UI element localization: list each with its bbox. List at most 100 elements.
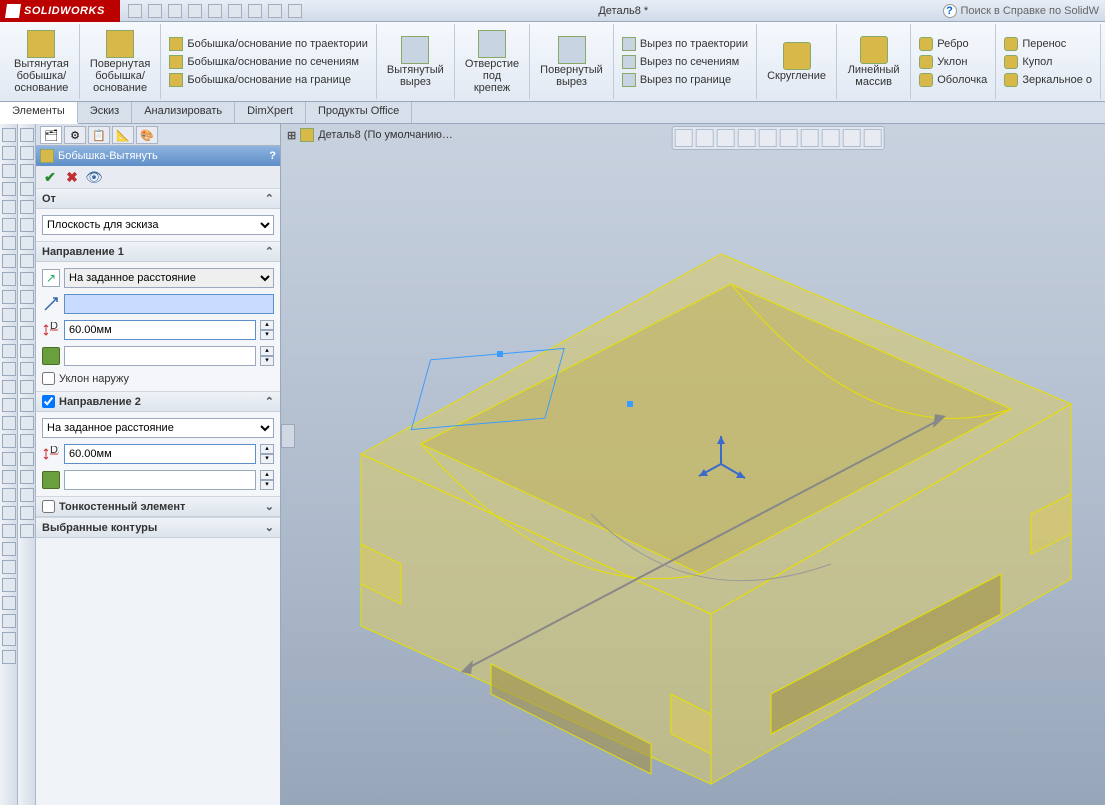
tab-evaluate[interactable]: Анализировать: [132, 102, 235, 123]
lofted-boss-button[interactable]: Бобышка/основание по сечениям: [167, 54, 370, 70]
shell-button[interactable]: Оболочка: [917, 72, 989, 88]
section-view-button[interactable]: [738, 129, 756, 147]
help-button[interactable]: [288, 4, 302, 18]
fillet-button[interactable]: Скругление: [763, 40, 830, 84]
hide-show-button[interactable]: [801, 129, 819, 147]
preview-button[interactable]: 👁: [86, 169, 102, 185]
from-select[interactable]: Плоскость для эскиза: [42, 215, 274, 235]
draft1-input[interactable]: [64, 346, 256, 366]
direction2-header[interactable]: Направление 2⌃: [36, 392, 280, 412]
settings-button[interactable]: [864, 129, 882, 147]
draft-outward1-check[interactable]: [42, 372, 55, 385]
heads-up-toolbar: [672, 126, 885, 150]
revolve-boss-button[interactable]: Повернутая бобышка/основание: [86, 28, 155, 96]
depth2-down[interactable]: ▾: [260, 454, 274, 464]
tab-sketch[interactable]: Эскиз: [78, 102, 132, 123]
cancel-button[interactable]: ✖: [64, 169, 80, 185]
chevron-up-icon: ⌃: [265, 192, 274, 205]
part-icon: [300, 128, 314, 142]
direction1-ref-input[interactable]: [64, 294, 274, 314]
svg-text:D2: D2: [50, 446, 59, 456]
tab-features[interactable]: Элементы: [0, 102, 78, 124]
end-condition2-select[interactable]: На заданное расстояние: [42, 418, 274, 438]
app-logo: SOLIDWORKS: [0, 0, 120, 22]
zoom-area-button[interactable]: [696, 129, 714, 147]
left-toolbar-2: [18, 124, 36, 805]
display-style-button[interactable]: [780, 129, 798, 147]
mirror-button[interactable]: Зеркальное о: [1002, 72, 1094, 88]
dome-button[interactable]: Купол: [1002, 54, 1094, 70]
property-tab[interactable]: ⚙: [64, 126, 86, 144]
new-button[interactable]: [128, 4, 142, 18]
rebuild-button[interactable]: [248, 4, 262, 18]
depth2-icon: D2: [42, 445, 60, 463]
command-manager-tabs: Элементы Эскиз Анализировать DimXpert Пр…: [0, 102, 1105, 124]
appearance-button[interactable]: [843, 129, 861, 147]
draft2-input[interactable]: [64, 470, 256, 490]
direction-vector-icon: [42, 295, 60, 313]
depth2-input[interactable]: [64, 444, 256, 464]
hole-wizard-button[interactable]: Отверстие под крепеж: [461, 28, 523, 96]
open-button[interactable]: [148, 4, 162, 18]
chevron-up-icon: ⌃: [265, 395, 274, 408]
ribbon: Вытянутая бобышка/основание Повернутая б…: [0, 22, 1105, 102]
svg-text:D1: D1: [50, 322, 59, 332]
help-search[interactable]: ? Поиск в Справке по SolidW: [937, 4, 1105, 18]
scene-button[interactable]: [822, 129, 840, 147]
draft-button[interactable]: Уклон: [917, 54, 989, 70]
zoom-fit-button[interactable]: [675, 129, 693, 147]
flyout-tree[interactable]: ⊞ Деталь8 (По умолчанию…: [287, 128, 453, 142]
vt1-btn[interactable]: [2, 128, 16, 142]
depth2-up[interactable]: ▴: [260, 444, 274, 454]
extrude-cut-button[interactable]: Вытянутый вырез: [383, 34, 448, 90]
boundary-boss-button[interactable]: Бобышка/основание на границе: [167, 72, 370, 88]
lofted-cut-button[interactable]: Вырез по сечениям: [620, 54, 750, 70]
end-condition1-select[interactable]: На заданное расстояние: [64, 268, 274, 288]
save-button[interactable]: [168, 4, 182, 18]
feature-tree-tab[interactable]: 🗂: [40, 126, 62, 144]
quick-access-toolbar: [120, 4, 310, 18]
from-section-header[interactable]: От⌃: [36, 189, 280, 209]
move-button[interactable]: Перенос: [1002, 36, 1094, 52]
depth1-down[interactable]: ▾: [260, 330, 274, 340]
extrude-boss-button[interactable]: Вытянутая бобышка/основание: [10, 28, 73, 96]
feature-title: Бобышка-Вытянуть ?: [36, 146, 280, 166]
boundary-cut-button[interactable]: Вырез по границе: [620, 72, 750, 88]
direction1-header[interactable]: Направление 1⌃: [36, 242, 280, 262]
title-bar: SOLIDWORKS Деталь8 * ? Поиск в Справке п…: [0, 0, 1105, 22]
selected-contours-header[interactable]: Выбранные контуры⌄: [36, 518, 280, 538]
prev-view-button[interactable]: [717, 129, 735, 147]
thin-feature-check[interactable]: [42, 500, 55, 513]
direction2-enable[interactable]: [42, 395, 55, 408]
dim-tab[interactable]: 📐: [112, 126, 134, 144]
ok-button[interactable]: ✔: [42, 169, 58, 185]
revolve-cut-button[interactable]: Повернутый вырез: [536, 34, 607, 90]
graphics-viewport[interactable]: ⊞ Деталь8 (По умолчанию…: [281, 124, 1105, 805]
expand-icon[interactable]: ⊞: [287, 129, 296, 142]
view-orient-button[interactable]: [759, 129, 777, 147]
tab-dimxpert[interactable]: DimXpert: [235, 102, 306, 123]
depth1-up[interactable]: ▴: [260, 320, 274, 330]
pin-flyout-button[interactable]: [281, 424, 295, 448]
chevron-down-icon: ⌄: [265, 500, 274, 513]
swept-cut-button[interactable]: Вырез по траектории: [620, 36, 750, 52]
depth1-input[interactable]: [64, 320, 256, 340]
chevron-down-icon: ⌄: [265, 521, 274, 534]
print-button[interactable]: [188, 4, 202, 18]
options-button[interactable]: [268, 4, 282, 18]
help-icon[interactable]: ?: [269, 150, 276, 162]
document-title: Деталь8 *: [310, 5, 937, 17]
display-tab[interactable]: 🎨: [136, 126, 158, 144]
reverse-dir1-button[interactable]: ↗: [42, 269, 60, 287]
merge-icon[interactable]: [42, 347, 60, 365]
linear-pattern-button[interactable]: Линейный массив: [843, 34, 904, 90]
swept-boss-button[interactable]: Бобышка/основание по траектории: [167, 36, 370, 52]
undo-button[interactable]: [208, 4, 222, 18]
redo-button[interactable]: [228, 4, 242, 18]
tab-office[interactable]: Продукты Office: [306, 102, 412, 123]
merge2-icon[interactable]: [42, 471, 60, 489]
config-tab[interactable]: 📋: [88, 126, 110, 144]
left-toolbar-1: [0, 124, 18, 805]
rib-button[interactable]: Ребро: [917, 36, 989, 52]
thin-feature-header[interactable]: Тонкостенный элемент⌄: [36, 497, 280, 517]
